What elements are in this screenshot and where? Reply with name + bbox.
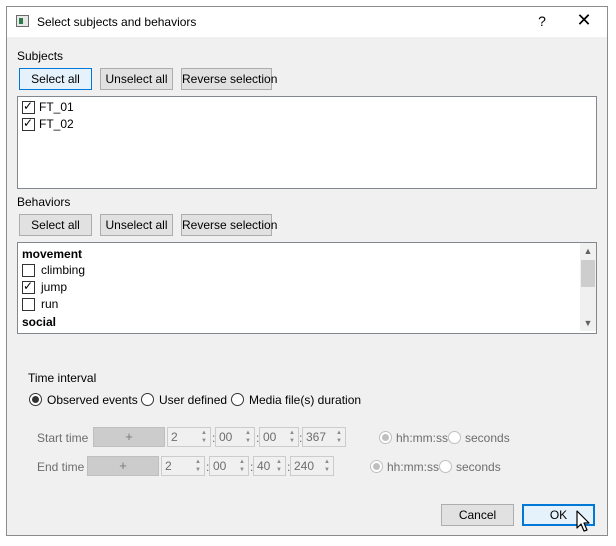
radio-media-duration-label: Media file(s) duration [249, 393, 362, 407]
close-icon[interactable]: ✕ [573, 10, 595, 31]
radio-observed-events[interactable] [29, 393, 42, 406]
spin-arrows-icon[interactable]: ▲ ▼ [243, 429, 253, 445]
radio-user-defined-label: User defined [159, 393, 228, 407]
behaviors-reverse-selection-button[interactable]: Reverse selection [181, 214, 277, 236]
spin-arrows-icon[interactable]: ▲ ▼ [322, 458, 332, 474]
end-seconds-value: 40 [257, 459, 271, 473]
end-seconds-spinbox[interactable]: 40 ▲ ▼ [253, 456, 286, 476]
end-time-plus-button[interactable]: + [87, 456, 159, 476]
behavior-label: jump [41, 280, 68, 294]
start-format-hms-radio[interactable] [379, 431, 392, 444]
subject-label: FT_02 [39, 117, 74, 131]
time-interval-heading: Time interval [28, 371, 97, 385]
start-format-seconds-radio[interactable] [448, 431, 461, 444]
spin-arrows-icon[interactable]: ▲ ▼ [199, 429, 209, 445]
radio-media-duration[interactable] [231, 393, 244, 406]
spin-arrows-icon[interactable]: ▲ ▼ [193, 458, 203, 474]
radio-user-defined[interactable] [141, 393, 154, 406]
subject-checkbox[interactable] [22, 99, 35, 114]
start-hours-value: 2 [171, 430, 178, 444]
end-time-label: End time [37, 460, 85, 474]
subjects-unselect-all-button[interactable]: Unselect all [100, 68, 173, 90]
behavior-checkbox[interactable] [22, 264, 35, 277]
scroll-down-icon[interactable]: ▼ [580, 315, 596, 331]
end-format-seconds-label: seconds [456, 460, 501, 474]
subjects-reverse-selection-button[interactable]: Reverse selection [181, 68, 277, 90]
behavior-group-social: social [22, 315, 57, 329]
behavior-label: run [41, 297, 59, 311]
end-hours-spinbox[interactable]: 2 ▲ ▼ [161, 456, 205, 476]
behaviors-scrollbar[interactable]: ▲ ▼ [580, 243, 596, 331]
behaviors-list[interactable]: movement climbing jump run social ▲ ▼ [17, 242, 597, 334]
end-ms-value: 240 [294, 459, 315, 473]
dialog-window: Select subjects and behaviors ? ✕ Subjec… [6, 6, 608, 536]
end-format-hms-radio[interactable] [370, 460, 383, 473]
end-minutes-value: 00 [213, 459, 227, 473]
behaviors-select-all-button[interactable]: Select all [19, 214, 92, 236]
cancel-button[interactable]: Cancel [441, 504, 514, 526]
subjects-heading: Subjects [17, 49, 64, 63]
end-minutes-spinbox[interactable]: 00 ▲ ▼ [209, 456, 249, 476]
behaviors-unselect-all-button[interactable]: Unselect all [100, 214, 173, 236]
behavior-label: climbing [41, 263, 86, 277]
behaviors-heading: Behaviors [17, 195, 71, 209]
start-hours-spinbox[interactable]: 2 ▲ ▼ [167, 427, 211, 447]
subject-label: FT_01 [39, 100, 74, 114]
spin-arrows-icon[interactable]: ▲ ▼ [274, 458, 284, 474]
spin-arrows-icon[interactable]: ▲ ▼ [334, 429, 344, 445]
end-format-seconds-radio[interactable] [439, 460, 452, 473]
mouse-cursor-icon [576, 510, 590, 532]
help-button[interactable]: ? [535, 13, 549, 29]
start-ms-spinbox[interactable]: 367 ▲ ▼ [302, 427, 346, 447]
start-seconds-value: 00 [263, 430, 277, 444]
start-format-seconds-label: seconds [465, 431, 510, 445]
spin-arrows-icon[interactable]: ▲ ▼ [287, 429, 297, 445]
start-minutes-value: 00 [219, 430, 233, 444]
radio-observed-events-label: Observed events [47, 393, 138, 407]
start-seconds-spinbox[interactable]: 00 ▲ ▼ [259, 427, 299, 447]
start-time-label: Start time [37, 431, 89, 445]
behavior-checkbox[interactable] [22, 298, 35, 311]
end-ms-spinbox[interactable]: 240 ▲ ▼ [290, 456, 334, 476]
subject-checkbox[interactable] [22, 116, 35, 131]
behavior-group-movement: movement [22, 247, 83, 261]
scroll-up-icon[interactable]: ▲ [580, 243, 596, 259]
app-icon [16, 15, 29, 27]
window-title: Select subjects and behaviors [37, 15, 197, 29]
subjects-select-all-button[interactable]: Select all [19, 68, 92, 90]
spin-arrows-icon[interactable]: ▲ ▼ [237, 458, 247, 474]
start-format-hms-label: hh:mm:ss [396, 431, 449, 445]
start-ms-value: 367 [306, 430, 327, 444]
start-minutes-spinbox[interactable]: 00 ▲ ▼ [215, 427, 255, 447]
end-format-hms-label: hh:mm:ss [387, 460, 440, 474]
scroll-thumb[interactable] [581, 260, 595, 287]
start-time-plus-button[interactable]: + [93, 427, 165, 447]
behavior-checkbox[interactable] [22, 279, 35, 294]
subjects-list[interactable]: FT_01 FT_02 [17, 96, 597, 189]
end-hours-value: 2 [165, 459, 172, 473]
title-bar: Select subjects and behaviors ? ✕ [7, 7, 607, 37]
